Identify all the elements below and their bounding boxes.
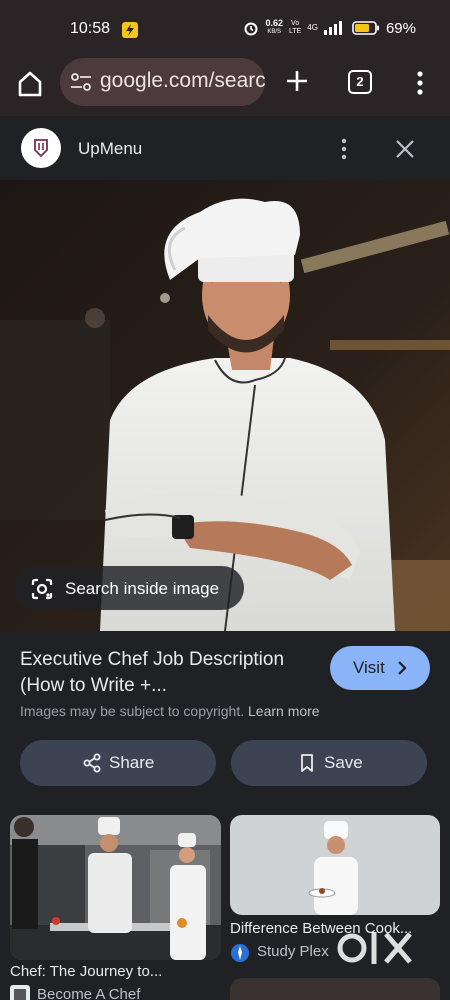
- address-bar[interactable]: google.com/searc: [60, 58, 265, 106]
- related-source: Study Plex: [257, 943, 329, 960]
- watermark-logo-icon: [337, 932, 412, 964]
- battery-icon: [352, 21, 379, 35]
- url-text: google.com/searc: [100, 69, 265, 92]
- result-title[interactable]: Executive Chef Job Description (How to W…: [20, 647, 320, 699]
- signal-icon: [323, 21, 342, 35]
- source-more-icon[interactable]: [336, 136, 352, 162]
- related-image[interactable]: [230, 815, 440, 915]
- chevron-right-icon: [398, 661, 407, 675]
- related-image[interactable]: [10, 815, 221, 960]
- status-indicators: 0.62 KB/S Vo LTE 4G 69%: [243, 19, 416, 37]
- close-icon[interactable]: [394, 138, 416, 160]
- learn-more-link[interactable]: Learn more: [248, 703, 320, 719]
- net-speed: 0.62 KB/S: [265, 19, 283, 37]
- volte-indicator: Vo LTE: [289, 20, 301, 36]
- browser-toolbar: google.com/searc 2: [0, 58, 450, 116]
- related-title[interactable]: Chef: The Journey to...: [10, 963, 221, 980]
- source-logo[interactable]: [21, 128, 61, 168]
- net-speed-value: 0.62: [265, 18, 283, 28]
- network-type-label: 4G: [307, 23, 318, 32]
- bookmark-icon: [301, 754, 313, 772]
- copyright-notice: Images may be subject to copyright. Lear…: [20, 703, 320, 719]
- new-tab-icon[interactable]: [282, 66, 312, 96]
- more-options-icon[interactable]: [410, 68, 430, 98]
- save-button[interactable]: Save: [231, 740, 427, 786]
- related-card[interactable]: Difference Between Cook... Study Plex: [230, 815, 440, 962]
- visit-button[interactable]: Visit: [330, 646, 430, 690]
- study-plex-favicon: [231, 944, 249, 962]
- volte-bottom: LTE: [288, 28, 302, 35]
- tab-switcher-button[interactable]: 2: [348, 70, 372, 94]
- visit-label: Visit: [353, 658, 385, 677]
- search-inside-image-button[interactable]: Search inside image: [14, 566, 244, 610]
- save-label: Save: [324, 753, 363, 772]
- volte-top: Vo: [291, 20, 300, 27]
- status-bar: 10:58 0.62 KB/S Vo LTE 4G 69%: [0, 0, 450, 58]
- flash-app-icon: [122, 22, 138, 38]
- net-speed-unit: KB/S: [267, 29, 282, 35]
- network-type: 4G: [307, 21, 318, 35]
- share-icon: [83, 753, 101, 773]
- home-icon[interactable]: [14, 68, 46, 100]
- share-button[interactable]: Share: [20, 740, 216, 786]
- related-card[interactable]: Chef: The Journey to... Become A Chef: [10, 815, 221, 1000]
- source-name[interactable]: UpMenu: [78, 139, 142, 159]
- search-inside-image-label: Search inside image: [65, 579, 220, 598]
- kitchen-chefs-photo: [10, 815, 221, 960]
- alarm-icon: [244, 22, 258, 36]
- become-a-chef-favicon: [10, 985, 30, 1000]
- status-time: 10:58: [70, 20, 111, 37]
- chef-photo: [0, 180, 450, 631]
- related-image[interactable]: [230, 978, 440, 1000]
- upmenu-logo-icon: [34, 139, 48, 158]
- share-label: Share: [109, 753, 155, 772]
- lens-icon: [31, 578, 53, 600]
- copyright-text: Images may be subject to copyright.: [20, 703, 245, 719]
- site-settings-icon[interactable]: [70, 72, 92, 92]
- battery-percent: 69%: [385, 19, 416, 37]
- chef-with-plate-photo: [230, 815, 440, 915]
- source-header: UpMenu: [0, 116, 450, 180]
- related-source: Become A Chef: [37, 986, 141, 1000]
- main-image[interactable]: Search inside image: [0, 180, 450, 631]
